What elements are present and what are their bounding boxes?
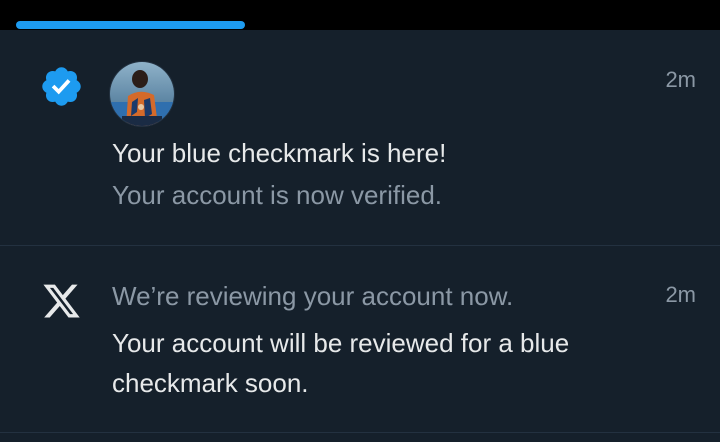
notification-item[interactable]: 2m Your blue checkmark is here! Your acc… (0, 30, 720, 246)
notification-body: Your account will be reviewed for a blue… (112, 328, 570, 398)
notification-item[interactable]: 2m We’re reviewing your account now. You… (0, 246, 720, 433)
verified-badge-icon (39, 64, 84, 109)
notification-subtitle: Your account is now verified. (112, 180, 443, 210)
top-bar (0, 0, 720, 30)
x-logo-icon (41, 283, 82, 320)
notification-time: 2m (665, 67, 696, 92)
notification-title: Your blue checkmark is here! (112, 138, 447, 168)
notification-time: 2m (665, 282, 696, 307)
avatar[interactable] (110, 62, 174, 126)
notification-title: We’re reviewing your account now. (112, 281, 514, 311)
active-tab-indicator (16, 21, 245, 29)
